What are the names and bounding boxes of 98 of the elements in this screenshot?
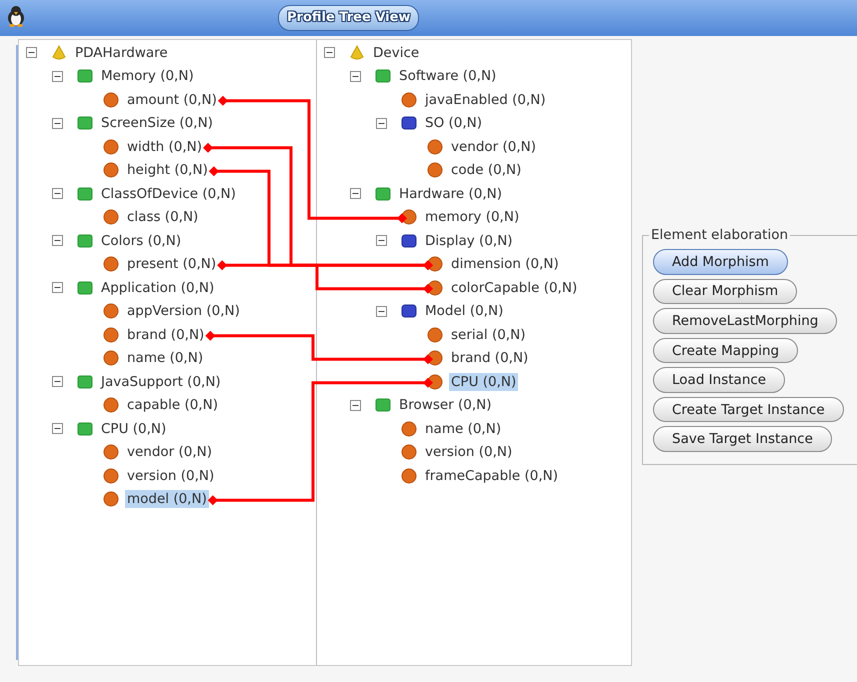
circle-icon [426,138,444,156]
tree-node[interactable]: present (0,N) [125,255,218,274]
tree-node[interactable]: version (0,N) [125,466,216,485]
tree-node[interactable]: CPU (0,N) [449,372,518,391]
circle-icon [426,326,444,344]
circle-icon [102,349,120,368]
square-icon [76,114,94,132]
collapse-icon[interactable] [376,118,387,129]
tree-node[interactable]: code (0,N) [449,161,524,180]
collapse-icon[interactable] [52,282,63,294]
tree-node[interactable]: CPU (0,N) [99,420,168,438]
window-title: Profile Tree View [278,5,420,31]
collapse-icon[interactable] [52,235,63,246]
tree-node[interactable]: height (0,N) [125,161,210,180]
collapse-icon[interactable] [52,376,63,388]
tree-node[interactable]: model (0,N) [125,490,209,508]
tree-node[interactable]: Display (0,N) [423,232,515,250]
tree-node[interactable]: memory (0,N) [423,208,522,226]
tree-node[interactable]: Device [371,44,422,62]
collapse-icon[interactable] [350,70,361,82]
cone-icon [50,44,68,62]
tree-node[interactable]: brand (0,N) [125,326,206,344]
action-button[interactable]: Add Morphism [653,249,788,275]
circle-icon [400,443,418,462]
tree-node[interactable]: Hardware (0,N) [397,184,504,203]
penguin-icon [6,5,26,27]
square-icon [374,396,392,414]
tree-node[interactable]: ClassOfDevice (0,N) [99,184,238,203]
circle-icon [102,326,120,344]
collapse-icon[interactable] [52,70,63,82]
collapse-icon[interactable] [52,423,63,434]
square-icon [76,232,94,250]
collapse-icon[interactable] [376,235,387,246]
tree-node[interactable]: Application (0,N) [99,278,216,297]
collapse-icon[interactable] [52,118,63,129]
tree-node[interactable]: appVersion (0,N) [125,302,242,320]
square-icon [76,184,94,203]
collapse-icon[interactable] [376,306,387,317]
circle-icon [102,396,120,414]
tree-node[interactable]: Software (0,N) [397,67,498,86]
circle-icon [400,90,418,109]
circle-icon [102,208,120,226]
square-icon [76,278,94,297]
collapse-icon[interactable] [324,47,335,58]
action-button[interactable]: RemoveLastMorphing [653,308,838,334]
circle-icon [102,161,120,180]
rounded-square-icon [400,232,418,250]
tree-node[interactable]: version (0,N) [423,443,514,462]
tree-node[interactable]: Memory (0,N) [99,67,196,86]
circle-icon [400,466,418,485]
action-button[interactable]: Save Target Instance [653,426,832,452]
collapse-icon[interactable] [52,188,63,200]
circle-icon [102,443,120,462]
action-button[interactable]: Load Instance [653,367,786,393]
tree-node[interactable]: name (0,N) [423,420,504,438]
tree-node[interactable]: dimension (0,N) [449,255,561,274]
tree-node[interactable]: vendor (0,N) [449,138,538,156]
cone-icon [348,44,366,62]
square-icon [76,372,94,391]
collapse-icon[interactable] [350,400,361,411]
tree-node[interactable]: Colors (0,N) [99,232,184,250]
circle-icon [102,255,120,274]
tree-node[interactable]: Model (0,N) [423,302,506,320]
tree-node[interactable]: width (0,N) [125,138,204,156]
tree-node[interactable]: class (0,N) [125,208,200,226]
tree-node[interactable]: frameCapable (0,N) [423,466,560,485]
tree-node[interactable]: Browser (0,N) [397,396,494,414]
group-title: Element elaboration [650,227,790,243]
circle-icon [102,302,120,320]
circle-icon [102,466,120,485]
square-icon [76,420,94,438]
tree-node[interactable]: name (0,N) [125,349,206,368]
tree-node[interactable]: serial (0,N) [449,326,528,344]
tree-node[interactable]: capable (0,N) [125,396,220,414]
rounded-square-icon [400,302,418,320]
action-button[interactable]: Create Target Instance [653,396,844,422]
circle-icon [400,420,418,438]
collapse-icon[interactable] [26,47,37,58]
tree-node[interactable]: vendor (0,N) [125,443,214,462]
tree-node[interactable]: colorCapable (0,N) [449,278,580,297]
rounded-square-icon [400,114,418,132]
square-icon [374,184,392,203]
circle-icon [102,490,120,508]
action-button[interactable]: Clear Morphism [653,278,798,304]
tree-node[interactable]: SO (0,N) [423,114,484,132]
tree-node[interactable]: brand (0,N) [449,349,530,368]
circle-icon [102,138,120,156]
square-icon [374,67,392,86]
tree-node[interactable]: ScreenSize (0,N) [99,114,215,132]
collapse-icon[interactable] [350,188,361,200]
action-button[interactable]: Create Mapping [653,338,798,364]
circle-icon [426,161,444,180]
tree-node[interactable]: PDAHardware [73,44,170,62]
circle-icon [102,90,120,109]
tree-node[interactable]: JavaSupport (0,N) [99,372,223,391]
tree-node[interactable]: javaEnabled (0,N) [423,90,548,109]
square-icon [76,67,94,86]
tree-node[interactable]: amount (0,N) [125,90,219,109]
